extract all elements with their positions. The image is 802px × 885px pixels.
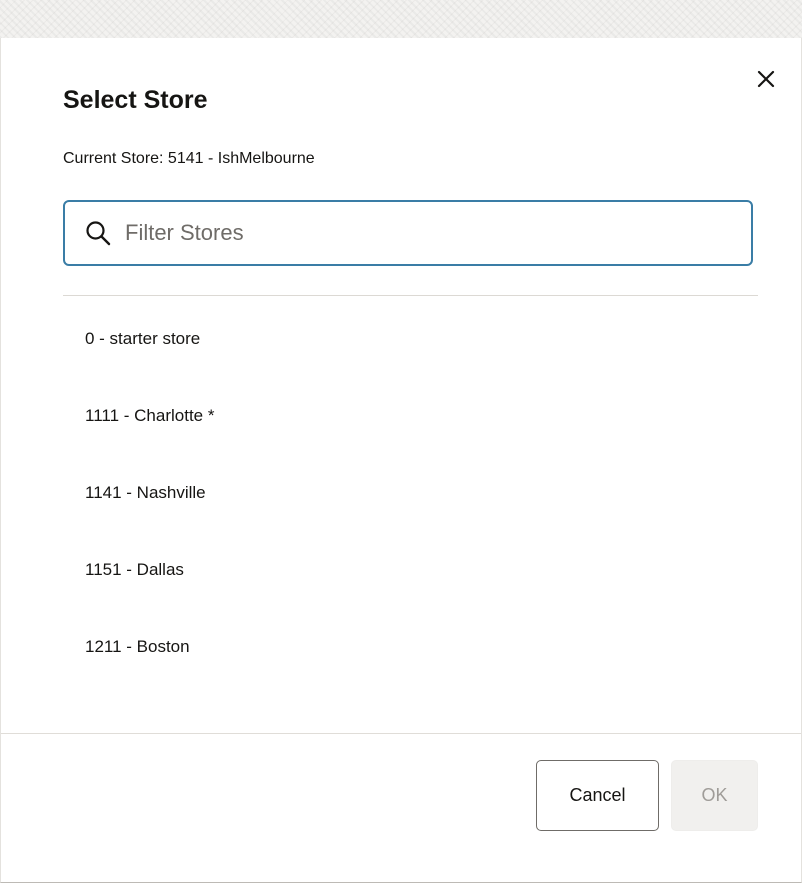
close-icon xyxy=(757,70,775,88)
select-store-dialog: Select Store Current Store: 5141 - IshMe… xyxy=(0,38,802,883)
store-list-item[interactable]: 0 - starter store xyxy=(63,300,758,377)
search-icon xyxy=(85,220,111,246)
cancel-button[interactable]: Cancel xyxy=(536,760,659,831)
store-list-item[interactable]: 1211 - Boston xyxy=(63,608,758,685)
store-list-item[interactable]: 1151 - Dallas xyxy=(63,531,758,608)
current-store-label: Current Store: 5141 - IshMelbourne xyxy=(63,150,315,167)
page-backdrop xyxy=(0,0,802,38)
footer-divider xyxy=(1,733,801,734)
ok-button[interactable]: OK xyxy=(671,760,758,831)
store-filter-input[interactable] xyxy=(123,219,735,247)
page: Select Store Current Store: 5141 - IshMe… xyxy=(0,0,802,885)
store-list-item[interactable]: 1141 - Nashville xyxy=(63,454,758,531)
store-filter-box[interactable] xyxy=(63,200,753,266)
store-list: 0 - starter store 1111 - Charlotte * 114… xyxy=(63,300,758,685)
close-button[interactable] xyxy=(751,64,781,94)
store-list-item[interactable]: 1111 - Charlotte * xyxy=(63,377,758,454)
list-divider xyxy=(63,295,758,296)
dialog-title: Select Store xyxy=(63,86,208,114)
